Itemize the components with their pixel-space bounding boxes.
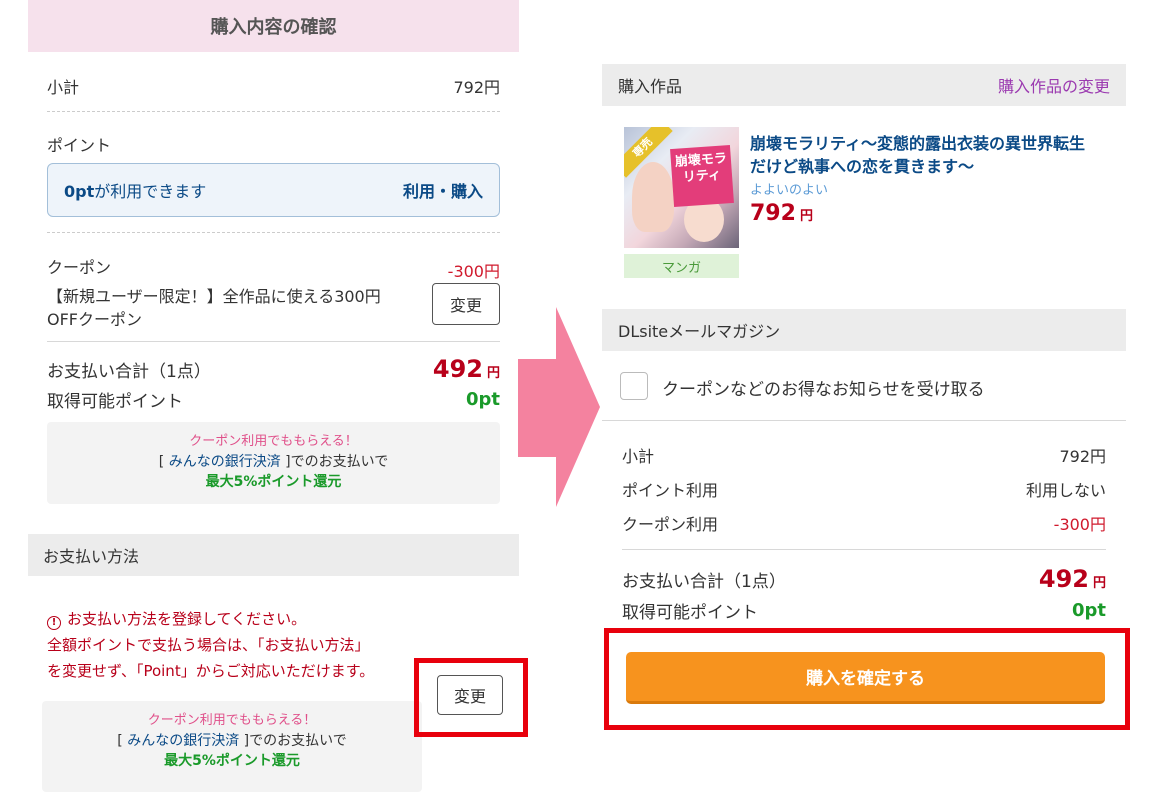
- summary-total-value: 492: [1038, 565, 1089, 593]
- purchase-item-title: 購入作品: [618, 77, 683, 96]
- summary-total-amount: 492 円: [1039, 565, 1106, 593]
- payment-method-header: お支払い方法: [28, 534, 519, 576]
- product-price-value: 792: [750, 201, 796, 226]
- point-available-text: 0ptが利用できます: [64, 178, 206, 202]
- promo-line3: 最大5%ポイント還元: [164, 753, 300, 769]
- payment-alert: ! お支払い方法を登録してください。 全額ポイントで支払う場合は、「お支払い方法」…: [47, 606, 427, 684]
- point-use-button[interactable]: 0ptが利用できます 利用・購入: [47, 163, 500, 217]
- product-price: 792 円: [750, 201, 813, 226]
- summary-subtotal-value: 792円: [1059, 447, 1106, 466]
- summary-subtotal-label: 小計: [622, 447, 655, 466]
- point-available-suffix: が利用できます: [94, 182, 207, 201]
- summary-earn-label: 取得可能ポイント: [622, 602, 758, 623]
- promo-banner: クーポン利用でももらえる！ [ みんなの銀行決済 ]でのお支払いで 最大5%ポイ…: [47, 422, 500, 504]
- subtotal-row: 小計 792円: [47, 72, 500, 100]
- coupon-description: 【新規ユーザー限定！】全作品に使える300円OFFクーポン: [47, 287, 381, 329]
- alert-line3: を変更せず、「Point」からご対応いただけます。: [47, 662, 375, 680]
- promo-bracket-close: ]でのお支払いで: [280, 454, 389, 470]
- summary-earn-row: 取得可能ポイント 0pt: [622, 597, 1106, 623]
- earn-label: 取得可能ポイント: [47, 391, 183, 412]
- genre-tag: マンガ: [624, 254, 739, 278]
- divider: [622, 549, 1106, 550]
- product-thumbnail[interactable]: 崩壊モラリティ 専売: [624, 127, 739, 248]
- promo-line1: クーポン利用でももらえる！: [147, 713, 317, 728]
- total-amount-value: 492: [432, 355, 483, 383]
- total-label: お支払い合計（1点）: [47, 361, 211, 382]
- earn-value: 0pt: [465, 388, 500, 410]
- confirm-purchase-button[interactable]: 購入を確定する: [626, 652, 1105, 704]
- earn-row: 取得可能ポイント 0pt: [47, 386, 500, 412]
- summary-total-row: お支払い合計（1点） 492 円: [622, 564, 1106, 594]
- total-row: お支払い合計（1点） 492 円: [47, 354, 500, 384]
- change-item-link[interactable]: 購入作品の変更: [998, 73, 1110, 97]
- cover-title: 崩壊モラリティ: [670, 144, 734, 208]
- divider: [47, 341, 500, 342]
- point-use-label: 利用・購入: [402, 182, 483, 201]
- point-available-amount: 0pt: [64, 182, 95, 201]
- promo-line1: クーポン利用でももらえる！: [189, 434, 358, 449]
- divider: [47, 232, 500, 233]
- summary-point-value: 利用しない: [1025, 481, 1106, 500]
- promo-bracket-open: [: [158, 454, 169, 470]
- promo-bracket-open: [: [117, 733, 128, 749]
- mail-magazine-header: DLsiteメールマガジン: [602, 309, 1126, 351]
- alert-line2: 全額ポイントで支払う場合は、「お支払い方法」: [47, 636, 370, 654]
- newsletter-checkbox[interactable]: [620, 372, 648, 400]
- mail-magazine-title: DLsiteメールマガジン: [618, 322, 781, 341]
- page-title: 購入内容の確認: [28, 0, 519, 52]
- confirm-panel: 購入内容の確認 小計 792円 ポイント 0ptが利用できます 利用・購入 クー…: [28, 0, 528, 800]
- purchase-item-header: 購入作品 購入作品の変更: [602, 64, 1126, 106]
- promo-line3: 最大5%ポイント還元: [205, 474, 342, 490]
- exclamation-circle-icon: !: [47, 616, 61, 630]
- coupon-amount: -300円: [447, 262, 500, 281]
- coupon-section-title: クーポン: [47, 258, 112, 277]
- cover-art: [632, 162, 674, 232]
- summary-point-row: ポイント利用 利用しない: [622, 476, 1106, 502]
- alert-line1-text: お支払い方法を登録してください。: [67, 610, 307, 628]
- summary-coupon-value: -300円: [1053, 515, 1106, 534]
- subtotal-label: 小計: [47, 78, 80, 97]
- circle-name-link[interactable]: よよいのよい: [750, 179, 828, 198]
- summary-earn-value: 0pt: [1071, 599, 1106, 621]
- summary-total-yen: 円: [1092, 576, 1106, 591]
- promo-line2: [ みんなの銀行決済 ]でのお支払いで: [42, 731, 422, 751]
- divider: [602, 420, 1126, 421]
- summary-total-label: お支払い合計（1点）: [622, 571, 786, 592]
- bank-payment-link[interactable]: みんなの銀行決済: [169, 454, 281, 470]
- change-coupon-button[interactable]: 変更: [432, 283, 500, 325]
- newsletter-label[interactable]: クーポンなどのお得なお知らせを受け取る: [662, 375, 985, 400]
- product-price-yen: 円: [799, 209, 813, 224]
- total-amount: 492 円: [433, 355, 500, 383]
- total-yen: 円: [486, 366, 500, 381]
- promo-banner: クーポン利用でももらえる！ [ みんなの銀行決済 ]でのお支払いで 最大5%ポイ…: [42, 701, 422, 792]
- summary-coupon-row: クーポン利用 -300円: [622, 510, 1106, 536]
- alert-line1: ! お支払い方法を登録してください。: [47, 606, 427, 632]
- summary-coupon-label: クーポン利用: [622, 515, 719, 534]
- point-section-title: ポイント: [47, 136, 112, 155]
- subtotal-value: 792円: [453, 78, 500, 97]
- product-title-link[interactable]: 崩壊モラリティ〜変態的露出衣装の異世界転生だけど執事への恋を貫きます〜: [750, 132, 1090, 178]
- order-summary-panel: 購入作品 購入作品の変更 崩壊モラリティ 専売 マンガ 崩壊モラリティ〜変態的露…: [602, 0, 1130, 800]
- summary-subtotal-row: 小計 792円: [622, 442, 1106, 468]
- promo-bracket-close: ]でのお支払いで: [239, 733, 347, 749]
- change-payment-button[interactable]: 変更: [437, 675, 503, 715]
- divider: [47, 111, 500, 112]
- right-arrow-icon: [518, 307, 600, 507]
- promo-line2: [ みんなの銀行決済 ]でのお支払いで: [47, 452, 500, 472]
- summary-point-label: ポイント利用: [622, 481, 719, 500]
- bank-payment-link[interactable]: みんなの銀行決済: [127, 733, 239, 749]
